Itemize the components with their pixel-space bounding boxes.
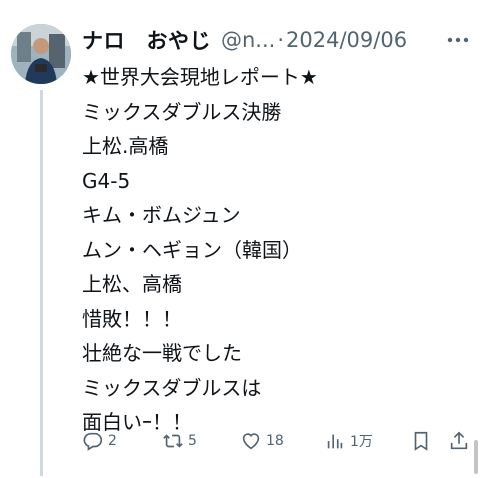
reply-count: 2: [108, 433, 117, 449]
tweet-line: 上松.高橋: [82, 134, 169, 158]
like-button[interactable]: 18: [240, 430, 324, 452]
bookmark-button[interactable]: [410, 430, 448, 452]
views-bar-icon: [327, 434, 343, 449]
post-date[interactable]: 2024/09/06: [286, 28, 407, 52]
tweet-line: ムン・ヘギョン（韓国）: [82, 237, 302, 262]
tweet-line: ミックスダブルスは: [82, 375, 262, 400]
user-handle[interactable]: @n...: [221, 28, 275, 52]
share-icon: [450, 431, 468, 450]
tweet-line: 壮絶な一戦でした: [82, 341, 242, 365]
views-count: 1万: [350, 434, 373, 450]
header-separator: ·: [277, 28, 285, 52]
avatar-image: [11, 24, 71, 84]
more-dots-icon[interactable]: [446, 30, 470, 50]
retweet-button[interactable]: 5: [162, 430, 240, 452]
tweet-line: G4-5: [82, 168, 131, 193]
tweet-line: ★世界大会現地レポート★: [82, 65, 318, 89]
action-bar: 2 5 18 1万: [82, 426, 472, 456]
views-button[interactable]: 1万: [324, 430, 410, 452]
heart-icon: [242, 433, 260, 450]
like-count: 18: [266, 433, 284, 449]
share-button[interactable]: [448, 430, 472, 452]
tweet-header: ナロ おやじ @n... · 2024/09/06: [82, 24, 470, 56]
display-name[interactable]: ナロ おやじ: [82, 25, 211, 55]
tweet-line: 惜敗！！！: [82, 306, 182, 331]
retweet-icon: [163, 434, 183, 448]
thread-line: [40, 90, 43, 476]
reply-icon: [83, 432, 103, 451]
tweet-line: ミックスダブルス決勝: [82, 99, 282, 124]
scrollbar[interactable]: [474, 440, 478, 474]
avatar[interactable]: [11, 24, 71, 84]
reply-button[interactable]: 2: [82, 430, 162, 452]
tweet-text: ★世界大会現地レポート★ ミックスダブルス決勝 上松.高橋 G4-5 キム・ボム…: [82, 60, 472, 440]
tweet-line: 上松、高橋: [82, 272, 182, 296]
bookmark-icon: [414, 431, 428, 451]
tweet-line: キム・ボムジュン: [82, 203, 241, 227]
retweet-count: 5: [188, 433, 197, 449]
